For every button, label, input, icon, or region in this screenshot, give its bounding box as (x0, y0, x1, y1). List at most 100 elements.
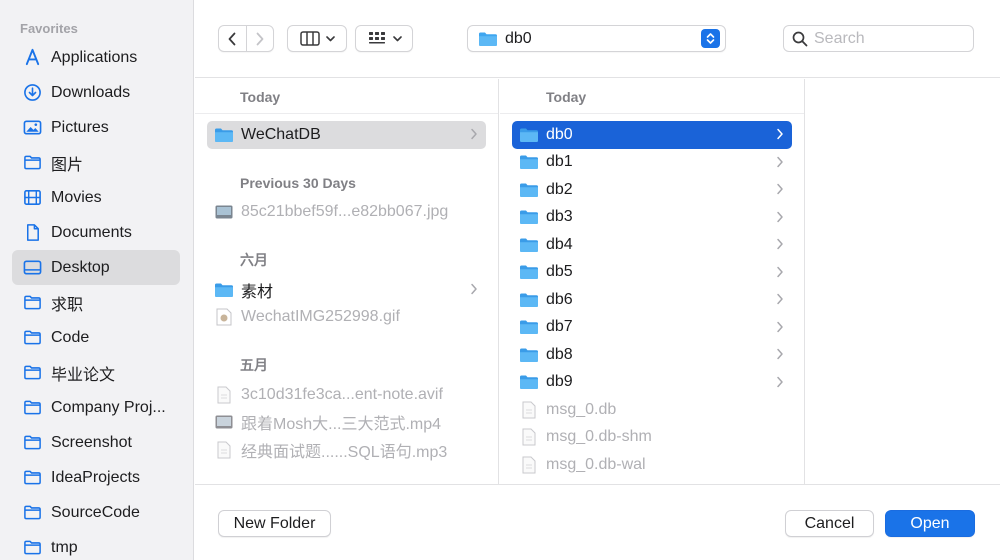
sidebar-item[interactable]: Applications (12, 40, 180, 75)
file-name: db1 (546, 153, 573, 171)
folder-icon (22, 433, 42, 453)
disclosure-chevron (776, 266, 784, 278)
forward-button[interactable] (245, 26, 273, 51)
disclosure-chevron (776, 238, 784, 250)
sidebar-item[interactable]: 图片 (12, 145, 180, 180)
section-heading: Previous 30 Days (240, 174, 356, 191)
chevron-right-icon (471, 283, 477, 295)
sidebar-item-label: Screenshot (51, 433, 132, 451)
folder-icon (22, 363, 42, 383)
group-view-button[interactable] (355, 25, 413, 52)
folder-icon (22, 468, 42, 488)
file-row[interactable]: db2 (512, 176, 792, 204)
file-row[interactable]: 跟着Mosh大...三大范式.mp4 (207, 409, 486, 437)
file-row[interactable]: db3 (512, 204, 792, 232)
file-name: db0 (546, 125, 573, 143)
sidebar-item[interactable]: Pictures (12, 110, 180, 145)
section-heading: Today (500, 79, 804, 114)
file-row[interactable]: db4 (512, 231, 792, 259)
file-row[interactable]: 3c10d31fe3ca...ent-note.avif (207, 381, 486, 409)
chevron-right-icon (777, 238, 783, 250)
sidebar: Favorites Applications Downloads Pictures 图… (0, 0, 194, 560)
sidebar-heading: Favorites (20, 21, 78, 36)
sidebar-item-label: tmp (51, 538, 78, 556)
sidebar-item[interactable]: Desktop (12, 250, 180, 285)
file-row[interactable]: msg_0.db (512, 396, 792, 424)
navigation-buttons (218, 25, 274, 52)
sidebar-item-label: Code (51, 328, 90, 346)
file-row[interactable]: 经典面试题......SQL语句.mp3 (207, 436, 486, 464)
open-button[interactable]: Open (885, 510, 975, 537)
folder-icon (520, 375, 538, 390)
dialog-footer: New Folder Cancel Open (195, 484, 1000, 560)
file-name: WeChatDB (241, 125, 321, 143)
disclosure-chevron (776, 156, 784, 168)
file-row-icon (519, 456, 539, 474)
location-stepper[interactable] (701, 29, 720, 48)
file-row[interactable]: 素材 (207, 276, 486, 304)
sidebar-item-label: SourceCode (51, 503, 140, 521)
sidebar-item-label: Downloads (51, 83, 131, 101)
film-icon (22, 188, 42, 208)
search-field[interactable] (783, 25, 974, 52)
file-row-icon (519, 126, 539, 144)
chevron-left-icon (229, 32, 236, 45)
file-name: msg_0.db-wal (546, 455, 646, 473)
sidebar-item[interactable]: 毕业论文 (12, 355, 180, 390)
folder-icon (520, 183, 538, 197)
file-row[interactable]: db8 (512, 341, 792, 369)
file-row[interactable]: msg_0.db-shm (512, 424, 792, 452)
chevron-right-icon (471, 128, 477, 140)
sidebar-item[interactable]: tmp (12, 530, 180, 560)
folder-icon (520, 128, 538, 142)
file-row[interactable]: db7 (512, 314, 792, 342)
sidebar-item[interactable]: Downloads (12, 75, 180, 110)
folder-icon (215, 128, 233, 142)
file-row-icon (214, 386, 234, 404)
cancel-button[interactable]: Cancel (785, 510, 874, 537)
file-row[interactable]: db9 (512, 369, 792, 397)
columns-icon (299, 31, 320, 46)
back-button[interactable] (219, 26, 246, 51)
sidebar-item[interactable]: IdeaProjects (12, 460, 180, 495)
file-row-icon (519, 236, 539, 254)
sidebar-item[interactable]: Company Proj... (12, 390, 180, 425)
file-row[interactable]: WechatIMG252998.gif (207, 304, 486, 332)
chevron-right-icon (777, 211, 783, 222)
column-view-control[interactable] (288, 26, 346, 51)
file-row[interactable]: 85c21bbef59f...e82bb067.jpg (207, 199, 486, 227)
location-popup[interactable]: db0 (467, 25, 726, 52)
file-row[interactable]: db1 (512, 149, 792, 177)
file-name: 跟着Mosh大...三大范式.mp4 (241, 416, 442, 434)
file-icon (522, 401, 536, 419)
file-name: db4 (546, 235, 573, 253)
sidebar-item-label: Movies (51, 188, 102, 206)
sidebar-item[interactable]: 求职 (12, 285, 180, 320)
sidebar-item-label: Company Proj... (51, 398, 166, 416)
group-view-control[interactable] (356, 26, 412, 51)
file-name: 85c21bbef59f...e82bb067.jpg (241, 203, 449, 221)
file-row-icon (214, 308, 234, 326)
file-row[interactable]: WeChatDB (207, 121, 486, 149)
browser-column-2: Today db0 db1 db2 db3 db4 db5 db6 db7 db8 db9 msg_0… (500, 79, 805, 484)
sidebar-item-label: IdeaProjects (51, 468, 140, 486)
sidebar-item[interactable]: Screenshot (12, 425, 180, 460)
file-row-icon (519, 346, 539, 364)
file-name: msg_0.db-shm (546, 428, 652, 446)
sidebar-item[interactable]: Movies (12, 180, 180, 215)
file-name: 3c10d31fe3ca...ent-note.avif (241, 385, 443, 403)
sidebar-item[interactable]: Documents (12, 215, 180, 250)
disclosure-chevron (776, 321, 784, 333)
file-row[interactable]: db0 (512, 121, 792, 149)
folder-icon (520, 265, 538, 280)
search-input[interactable] (814, 29, 964, 48)
file-row[interactable]: db6 (512, 286, 792, 314)
file-row[interactable]: msg_0.db-wal (512, 451, 792, 479)
new-folder-button[interactable]: New Folder (218, 510, 331, 537)
search-icon (792, 31, 808, 46)
sidebar-item[interactable]: SourceCode (12, 495, 180, 530)
column-view-button[interactable] (287, 25, 347, 52)
file-row-icon (214, 281, 234, 299)
sidebar-item[interactable]: Code (12, 320, 180, 355)
file-row[interactable]: db5 (512, 259, 792, 287)
